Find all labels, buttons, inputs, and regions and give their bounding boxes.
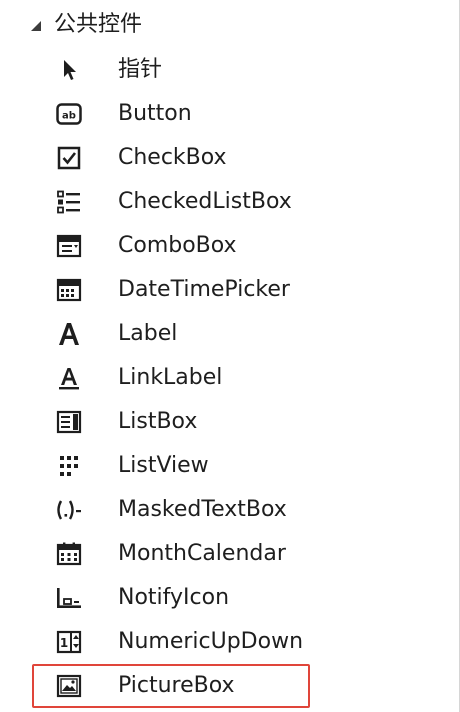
group-title: 公共控件 <box>54 12 143 37</box>
toolbox-item-numericupdown[interactable]: 1 NumericUpDown <box>0 620 458 664</box>
toolbox-item-button[interactable]: ab Button <box>0 92 458 136</box>
notify-icon-icon <box>55 585 83 611</box>
numeric-up-down-icon: 1 <box>55 629 83 655</box>
toolbox-item-label: NumericUpDown <box>118 629 304 654</box>
masked-text-box-icon <box>55 497 83 523</box>
link-label-icon <box>55 365 83 391</box>
toolbox-item-datetimepicker[interactable]: DateTimePicker <box>0 268 458 312</box>
combo-box-icon <box>55 233 83 259</box>
toolbox-item-label: Label <box>118 321 178 346</box>
toolbox-item-label: MonthCalendar <box>118 541 286 566</box>
toolbox-item-combobox[interactable]: ComboBox <box>0 224 458 268</box>
toolbox-item-listbox[interactable]: ListBox <box>0 400 458 444</box>
toolbox-item-label: MaskedTextBox <box>118 497 287 522</box>
toolbox-item-label-control[interactable]: Label <box>0 312 458 356</box>
list-view-icon <box>55 453 83 479</box>
button-icon: ab <box>55 101 83 127</box>
toolbox-item-checkedlistbox[interactable]: CheckedListBox <box>0 180 458 224</box>
collapse-triangle-icon[interactable] <box>30 20 42 32</box>
toolbox-item-label: CheckedListBox <box>118 189 292 214</box>
toolbox-item-label: NotifyIcon <box>118 585 230 610</box>
toolbox-item-label: ListBox <box>118 409 198 434</box>
toolbox-item-label: ComboBox <box>118 233 237 258</box>
month-calendar-icon <box>55 541 83 567</box>
checkbox-icon <box>55 145 83 171</box>
toolbox-item-maskedtextbox[interactable]: MaskedTextBox <box>0 488 458 532</box>
svg-text:1: 1 <box>60 636 68 650</box>
date-time-picker-icon <box>55 277 83 303</box>
group-header-common-controls[interactable]: 公共控件 <box>0 6 458 42</box>
toolbox-item-monthcalendar[interactable]: MonthCalendar <box>0 532 458 576</box>
toolbox-item-linklabel[interactable]: LinkLabel <box>0 356 458 400</box>
toolbox-item-label: DateTimePicker <box>118 277 290 302</box>
toolbox-item-label: 指针 <box>118 57 163 82</box>
toolbox-item-checkbox[interactable]: CheckBox <box>0 136 458 180</box>
toolbox-item-picturebox[interactable]: PictureBox <box>0 664 458 708</box>
svg-text:ab: ab <box>62 111 76 122</box>
picture-box-icon <box>55 673 83 699</box>
toolbox-item-notifyicon[interactable]: NotifyIcon <box>0 576 458 620</box>
toolbox-item-label: Button <box>118 101 192 126</box>
toolbox-panel: 公共控件 指针 ab Button CheckBox CheckedListBo… <box>0 0 460 712</box>
toolbox-item-label: ListView <box>118 453 209 478</box>
toolbox-item-label: CheckBox <box>118 145 227 170</box>
label-icon <box>55 321 83 347</box>
list-box-icon <box>55 409 83 435</box>
toolbox-item-label: LinkLabel <box>118 365 223 390</box>
toolbox-item-pointer[interactable]: 指针 <box>0 48 458 92</box>
checked-list-box-icon <box>55 189 83 215</box>
toolbox-item-listview[interactable]: ListView <box>0 444 458 488</box>
pointer-icon <box>55 57 83 83</box>
toolbox-item-label: PictureBox <box>118 673 235 698</box>
